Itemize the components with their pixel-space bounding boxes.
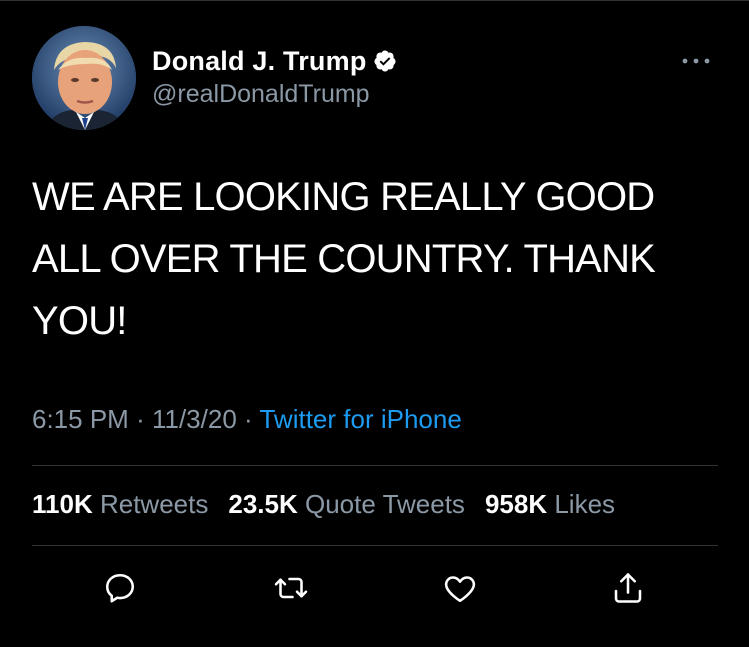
stats-divider-top	[32, 465, 718, 466]
tweet-source-link[interactable]: Twitter for iPhone	[259, 404, 461, 434]
reply-icon	[105, 573, 135, 603]
meta-separator: ·	[244, 404, 253, 434]
tweet-meta: 6:15 PM · 11/3/20 · Twitter for iPhone	[32, 404, 462, 435]
display-name-row: Donald J. Trump	[152, 44, 397, 78]
author-names: Donald J. Trump @realDonaldTrump	[152, 44, 397, 109]
quote-tweets-stat[interactable]: 23.5K Quote Tweets	[228, 489, 465, 520]
share-icon	[614, 573, 642, 603]
likes-count: 958K	[484, 489, 548, 519]
tweet-detail: Donald J. Trump @realDonaldTrump WE ARE …	[0, 0, 749, 647]
handle[interactable]: @realDonaldTrump	[152, 80, 397, 109]
tweet-text: WE ARE LOOKING REALLY GOOD ALL OVER THE …	[32, 175, 656, 343]
more-options-icon[interactable]	[678, 54, 714, 66]
meta-separator: ·	[136, 404, 145, 434]
quote-tweets-label: Quote Tweets	[304, 489, 465, 519]
retweet-icon	[274, 577, 308, 599]
tweet-date[interactable]: 11/3/20	[152, 404, 237, 434]
top-divider	[0, 0, 749, 1]
reply-button[interactable]	[100, 568, 140, 608]
likes-stat[interactable]: 958K Likes	[485, 489, 615, 520]
share-button[interactable]	[608, 568, 648, 608]
likes-label: Likes	[554, 489, 616, 519]
heart-icon	[444, 576, 476, 603]
display-name[interactable]: Donald J. Trump	[152, 46, 367, 77]
avatar-image	[32, 26, 136, 130]
quote-tweets-count: 23.5K	[228, 489, 298, 519]
verified-badge-icon	[373, 49, 397, 73]
tweet-time[interactable]: 6:15 PM	[32, 404, 129, 434]
retweets-stat[interactable]: 110K Retweets	[32, 489, 208, 520]
avatar[interactable]	[32, 26, 136, 130]
like-button[interactable]	[440, 568, 480, 608]
tweet-stats: 110K Retweets 23.5K Quote Tweets 958K Li…	[32, 489, 615, 520]
stats-divider-bottom	[32, 545, 718, 546]
retweets-label: Retweets	[99, 489, 209, 519]
retweets-count: 110K	[32, 489, 93, 519]
retweet-button[interactable]	[271, 568, 311, 608]
tweet-actions	[0, 568, 749, 612]
tweet-header: Donald J. Trump @realDonaldTrump	[32, 26, 722, 130]
